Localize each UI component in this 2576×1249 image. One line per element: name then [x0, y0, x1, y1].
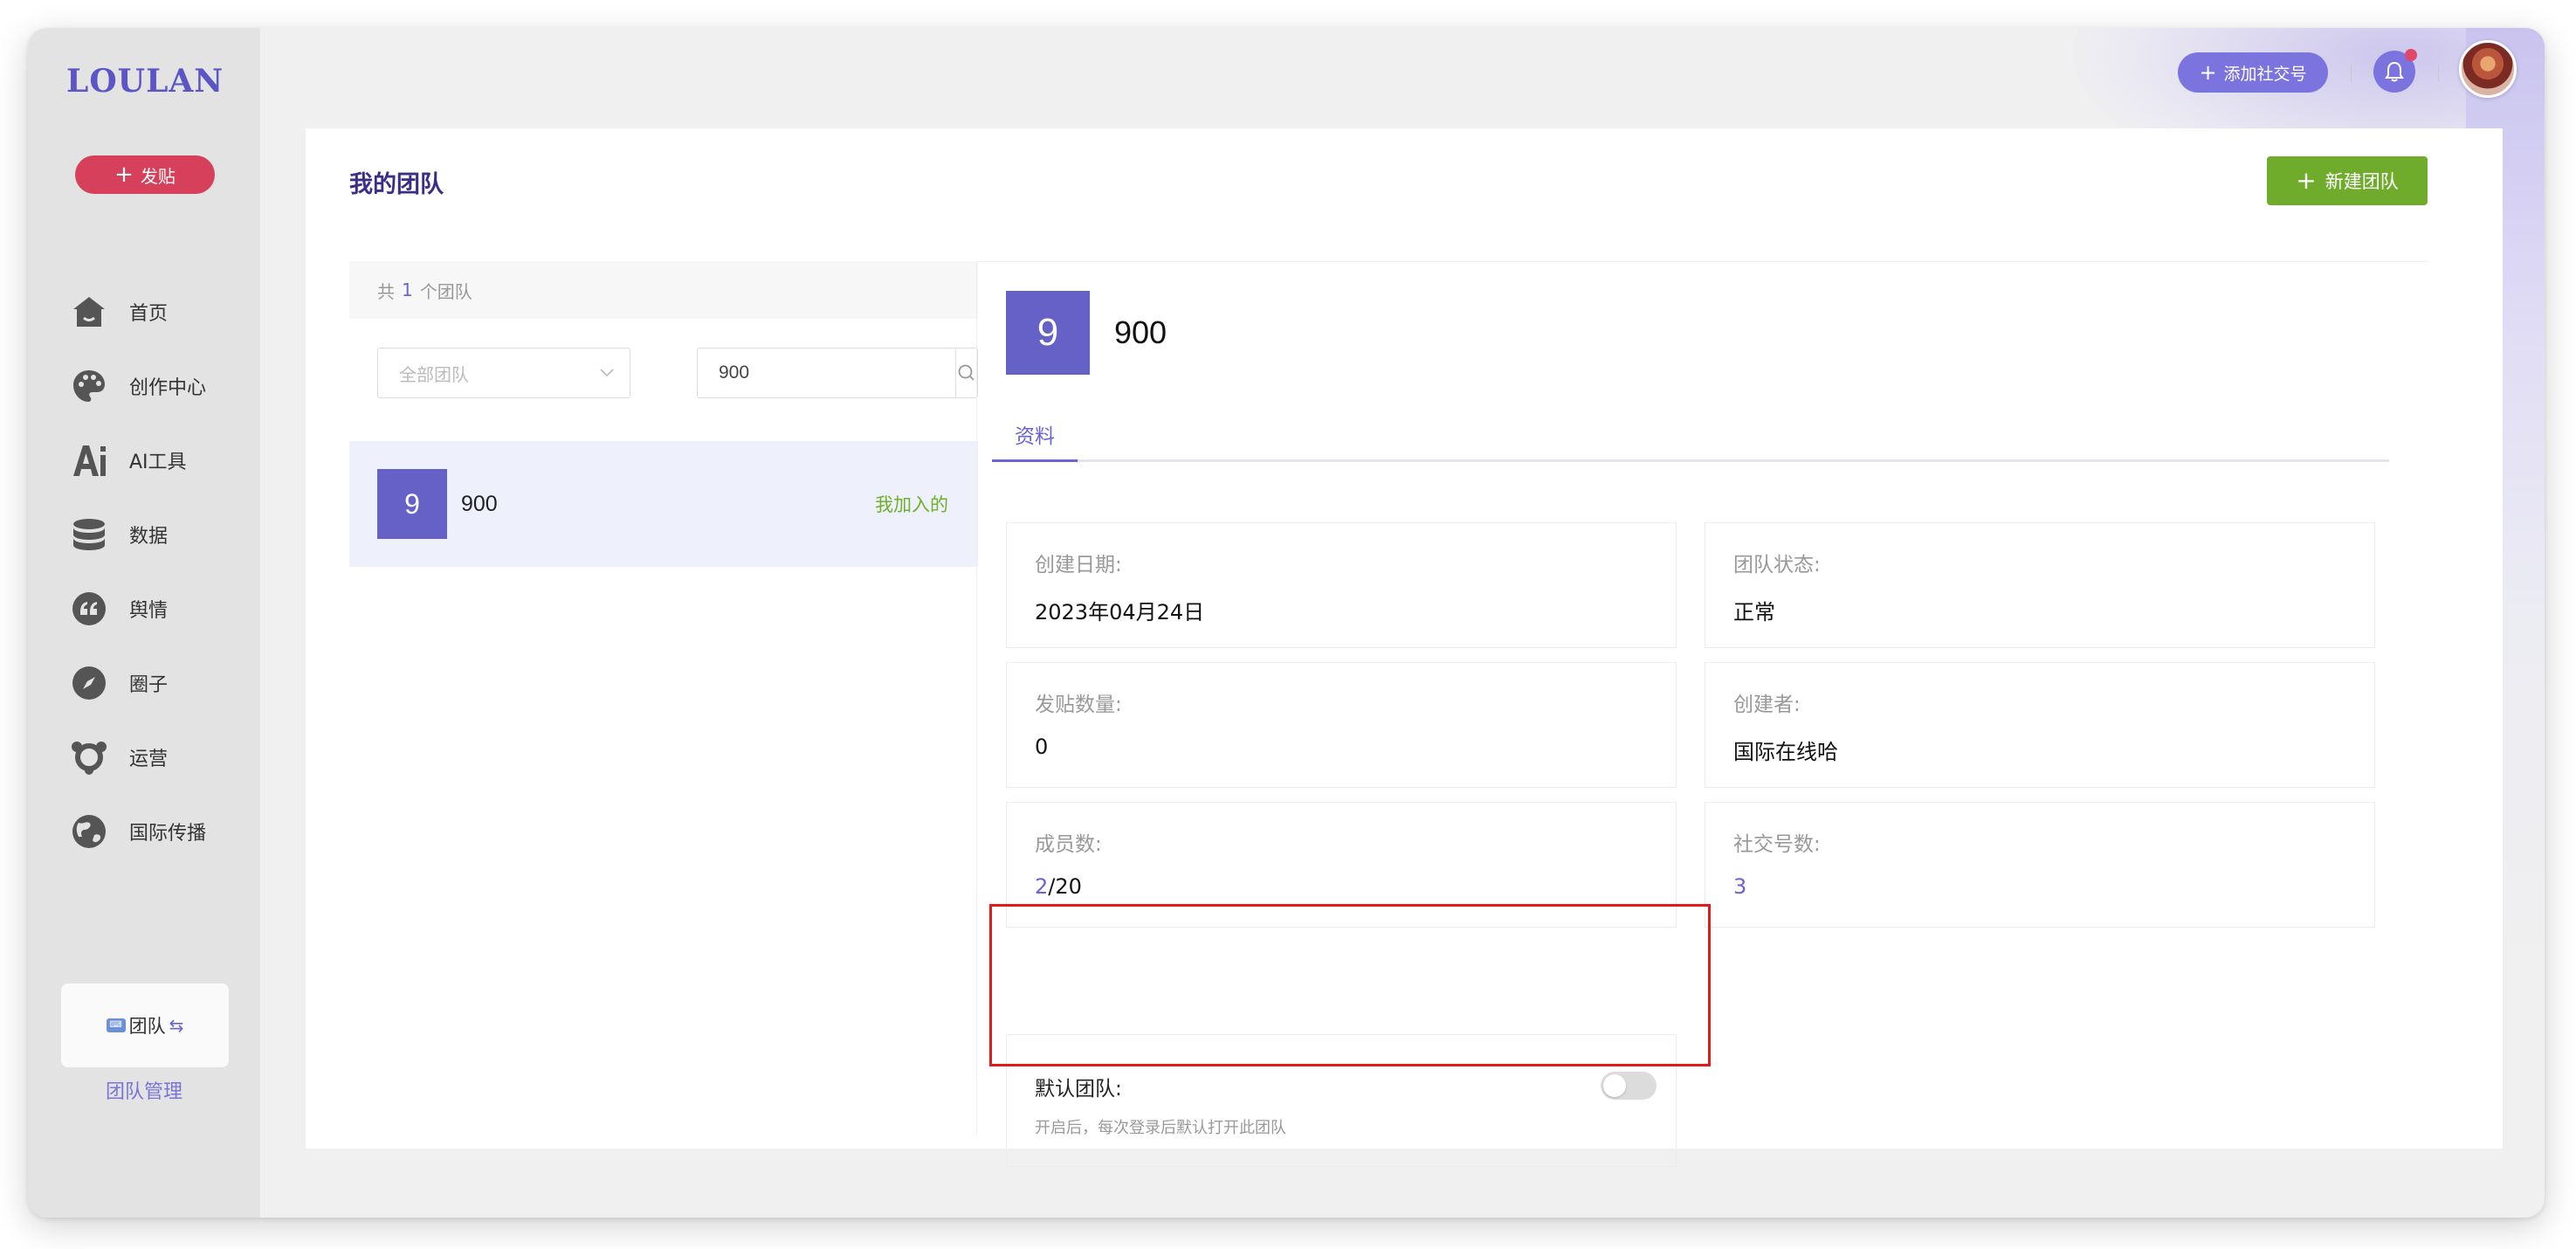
nav-item-label: 国际传播: [129, 822, 207, 845]
search-button[interactable]: [955, 348, 977, 397]
switch-arrows-icon: ⇆: [169, 1015, 184, 1036]
nav-item-label: 圈子: [129, 673, 169, 696]
nav-item-label: 首页: [129, 302, 169, 325]
created-date-card: 创建日期: 2023年04月24日: [1006, 522, 1677, 648]
team-badge: 9: [377, 469, 447, 539]
detail-team-badge: 9: [1006, 291, 1090, 375]
new-team-label: 新建团队: [2325, 171, 2399, 192]
team-status-card: 团队状态: 正常: [1705, 522, 2375, 648]
creator-label: 创建者:: [1733, 694, 1801, 716]
member-current[interactable]: 2: [1035, 874, 1048, 899]
post-button-label: 发贴: [140, 165, 176, 187]
quote-icon: [72, 591, 107, 626]
member-count-label: 成员数:: [1035, 833, 1102, 856]
pane-divider: [976, 261, 977, 1135]
team-list-pane: 共 1 个团队 全部团队 9 900 我加入的: [349, 261, 978, 1135]
detail-header: 9 900: [1006, 291, 1167, 375]
creator-value: 国际在线哈: [1733, 740, 1838, 764]
bell-icon: [2385, 61, 2404, 82]
count-number: 1: [402, 279, 413, 300]
nav-item-intl[interactable]: 国际传播: [72, 794, 246, 868]
compass-icon: [72, 666, 107, 700]
nav-item-label: 运营: [129, 748, 169, 770]
database-icon: [72, 517, 107, 552]
team-status-value: 正常: [1733, 600, 1775, 624]
toggle-knob: [1603, 1074, 1626, 1097]
plus-icon: +: [114, 162, 134, 188]
nav-item-label: 舆情: [129, 599, 169, 622]
team-manage-link[interactable]: 团队管理: [28, 1076, 260, 1104]
default-team-label: 默认团队:: [1035, 1078, 1122, 1101]
new-team-button[interactable]: + 新建团队: [2267, 156, 2428, 205]
member-count-value: 2/20: [1035, 874, 1676, 899]
nav-item-sentiment[interactable]: 舆情: [72, 571, 246, 645]
nav-item-label: AI工具: [129, 451, 187, 473]
chevron-down-icon: [600, 369, 614, 377]
post-count-label: 发贴数量:: [1035, 694, 1122, 716]
detail-team-name: 900: [1114, 314, 1167, 350]
nav-item-label: 数据: [129, 525, 169, 548]
select-placeholder: 全部团队: [399, 363, 469, 385]
nav-item-label: 创作中心: [129, 376, 207, 399]
nav-item-data[interactable]: 数据: [72, 497, 246, 571]
social-count-label: 社交号数:: [1733, 833, 1821, 856]
member-total: /20: [1048, 874, 1082, 899]
nav-item-operations[interactable]: 运营: [72, 720, 246, 794]
ai-icon: [72, 443, 107, 478]
divider: [2438, 65, 2439, 82]
sidebar: LOULAN + 发贴 首页 创作中心 AI工具 数据 舆情 圈子 运营 国际传…: [28, 28, 260, 1218]
team-filter-select[interactable]: 全部团队: [377, 348, 630, 398]
created-date-value: 2023年04月24日: [1035, 600, 1205, 624]
post-count-card: 发贴数量: 0: [1006, 662, 1677, 788]
count-suffix: 个团队: [419, 280, 472, 302]
team-status-label: 团队状态:: [1733, 554, 1821, 576]
main-nav: 首页 创作中心 AI工具 数据 舆情 圈子 运营 国际传播: [72, 274, 246, 868]
tab-profile[interactable]: 资料: [992, 424, 1078, 462]
detail-tabs: 资料: [992, 424, 2389, 462]
add-social-account-button[interactable]: + 添加社交号: [2178, 52, 2328, 93]
search-input[interactable]: [698, 348, 955, 397]
home-icon: [72, 294, 107, 329]
filters: 全部团队: [349, 319, 978, 441]
nav-item-home[interactable]: 首页: [72, 274, 246, 348]
search-icon: [958, 364, 975, 381]
plus-icon: +: [2199, 60, 2217, 85]
creator-card: 创建者: 国际在线哈: [1705, 662, 2375, 788]
team-list-item[interactable]: 9 900 我加入的: [349, 441, 978, 567]
page-title: 我的团队: [349, 171, 444, 198]
social-count-card: 社交号数: 3: [1705, 802, 2375, 928]
search-box: [697, 348, 978, 398]
nav-item-circles[interactable]: 圈子: [72, 645, 246, 720]
default-team-toggle[interactable]: [1601, 1072, 1656, 1100]
team-count: 共 1 个团队: [349, 261, 978, 319]
divider: [2351, 65, 2352, 82]
team-name: 900: [461, 491, 498, 516]
team-switcher[interactable]: ⌨ 团队 ⇆: [61, 983, 229, 1067]
add-social-label: 添加社交号: [2223, 64, 2307, 84]
logo[interactable]: LOULAN: [66, 63, 224, 100]
highlight-box: [989, 904, 1711, 1066]
nav-item-creation[interactable]: 创作中心: [72, 348, 246, 423]
globe-icon: [72, 814, 107, 849]
post-count-value: 0: [1035, 735, 1049, 759]
post-button[interactable]: + 发贴: [75, 155, 215, 194]
nav-item-ai-tools[interactable]: AI工具: [72, 423, 246, 497]
keyboard-icon: ⌨: [106, 1018, 126, 1032]
count-prefix: 共: [377, 280, 395, 302]
social-count-value[interactable]: 3: [1733, 874, 2374, 899]
notification-badge: [2405, 49, 2417, 61]
hub-icon: [72, 740, 107, 775]
created-date-label: 创建日期:: [1035, 554, 1122, 576]
joined-tag: 我加入的: [875, 494, 948, 515]
palette-icon: [72, 369, 107, 404]
user-avatar[interactable]: [2459, 40, 2517, 98]
plus-icon: +: [2296, 166, 2317, 195]
default-team-hint: 开启后，每次登录后默认打开此团队: [1035, 1119, 1286, 1137]
team-switcher-label: 团队: [128, 1016, 166, 1037]
